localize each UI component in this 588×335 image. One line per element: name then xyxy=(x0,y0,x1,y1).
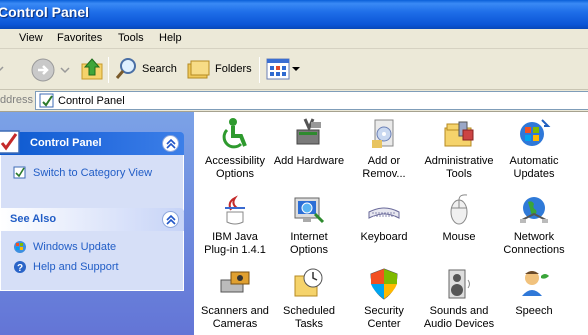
panel-title: See Also xyxy=(10,213,57,225)
item-scanners-and-cameras[interactable]: Scanners and Cameras xyxy=(196,266,274,331)
title-bar[interactable]: Control Panel xyxy=(0,0,588,29)
menu-bar: t View Favorites Tools Help xyxy=(0,29,588,49)
collapse-button[interactable] xyxy=(162,211,179,228)
search-label: Search xyxy=(142,63,177,75)
control-panel-items: Accessibility Options Add Hardware Add o… xyxy=(194,112,588,335)
item-speech[interactable]: Speech xyxy=(495,266,573,318)
security-center-icon xyxy=(370,268,398,300)
item-accessibility-options[interactable]: Accessibility Options xyxy=(196,116,274,181)
help-and-support-link[interactable]: ? Help and Support xyxy=(13,260,119,274)
control-panel-panel-body: Switch to Category View xyxy=(0,155,184,211)
folders-label: Folders xyxy=(215,63,252,75)
internet-options-icon xyxy=(294,197,325,224)
sounds-icon xyxy=(448,269,470,299)
item-add-hardware[interactable]: Add Hardware xyxy=(270,116,348,168)
toolbar: Search Folders xyxy=(0,49,588,90)
search-button[interactable]: Search xyxy=(114,57,177,81)
accessibility-icon xyxy=(222,118,247,149)
link-label: Windows Update xyxy=(33,241,117,253)
category-view-icon xyxy=(13,166,26,179)
task-pane: Control Panel Switch to Category View Se… xyxy=(0,112,194,335)
windows-update-icon xyxy=(14,241,26,253)
item-label: Add or Remov... xyxy=(362,155,406,180)
address-label: ddress xyxy=(0,94,34,106)
chevron-down-icon xyxy=(292,67,300,71)
item-mouse[interactable]: Mouse xyxy=(420,192,498,244)
chevron-up-double-icon xyxy=(165,214,176,225)
switch-to-category-view-link[interactable]: Switch to Category View xyxy=(13,166,152,180)
item-administrative-tools[interactable]: Administrative Tools xyxy=(420,116,498,181)
link-label: Help and Support xyxy=(33,261,119,273)
item-keyboard[interactable]: Keyboard xyxy=(345,192,423,244)
speech-icon xyxy=(522,271,549,296)
chevron-down-icon xyxy=(0,66,4,72)
administrative-tools-icon xyxy=(444,121,474,147)
item-label: Speech xyxy=(515,305,553,317)
item-automatic-updates[interactable]: Automatic Updates xyxy=(495,116,573,181)
views-icon xyxy=(266,58,290,80)
add-remove-programs-icon xyxy=(372,119,394,148)
item-ibm-java-plugin[interactable]: IBM Java Plug-in 1.4.1 xyxy=(196,192,274,257)
item-label: Add Hardware xyxy=(273,155,345,167)
address-input[interactable]: Control Panel xyxy=(35,91,588,110)
control-panel-panel: Control Panel Switch to Category View xyxy=(0,130,184,211)
menu-tools[interactable]: Tools xyxy=(118,32,144,44)
folders-button[interactable]: Folders xyxy=(187,58,252,80)
keyboard-icon xyxy=(368,207,400,219)
address-value: Control Panel xyxy=(58,95,125,107)
item-label: Automatic Updates xyxy=(509,155,559,180)
item-network-connections[interactable]: Network Connections xyxy=(495,192,573,257)
folders-icon xyxy=(187,60,210,79)
item-label: Administrative Tools xyxy=(424,155,494,180)
item-label: Security Center xyxy=(364,305,404,330)
see-also-panel: See Also Windows Update ? Help and Suppo xyxy=(0,208,184,291)
scanner-camera-icon xyxy=(220,271,250,293)
forward-button[interactable] xyxy=(30,57,70,83)
svg-text:?: ? xyxy=(17,263,23,274)
item-security-center[interactable]: Security Center xyxy=(345,266,423,331)
see-also-panel-header[interactable]: See Also xyxy=(0,208,184,231)
item-label: IBM Java Plug-in 1.4.1 xyxy=(204,231,266,256)
views-button[interactable] xyxy=(266,58,300,80)
item-label: Internet Options xyxy=(290,231,328,256)
network-connections-icon xyxy=(520,197,548,223)
collapse-button[interactable] xyxy=(162,135,179,152)
control-panel-icon xyxy=(0,130,20,154)
panel-title: Control Panel xyxy=(30,137,102,149)
item-label: Sounds and Audio Devices xyxy=(423,305,495,330)
up-folder-icon xyxy=(81,58,103,80)
menu-help[interactable]: Help xyxy=(159,32,182,44)
chevron-down-icon xyxy=(60,67,70,74)
scheduled-tasks-icon xyxy=(294,268,323,297)
item-label: Scanners and Cameras xyxy=(201,305,269,330)
chevron-up-double-icon xyxy=(165,138,176,149)
up-folder-button[interactable] xyxy=(80,56,104,82)
back-dropdown[interactable] xyxy=(0,64,4,74)
item-label: Keyboard xyxy=(360,231,408,243)
link-label: Switch to Category View xyxy=(33,167,153,179)
item-label: Scheduled Tasks xyxy=(283,305,335,330)
add-hardware-icon xyxy=(296,118,321,145)
item-add-remove-programs[interactable]: Add or Remov... xyxy=(345,116,423,181)
window-title: Control Panel xyxy=(0,4,90,20)
item-scheduled-tasks[interactable]: Scheduled Tasks xyxy=(270,266,348,331)
control-panel-panel-header[interactable]: Control Panel xyxy=(0,130,184,155)
control-panel-icon xyxy=(39,93,54,108)
forward-arrow-icon xyxy=(31,58,55,82)
menu-view[interactable]: View xyxy=(19,32,43,44)
java-icon xyxy=(225,195,245,225)
windows-update-link[interactable]: Windows Update xyxy=(13,240,116,254)
item-label: Mouse xyxy=(442,231,476,243)
item-label: Network Connections xyxy=(503,231,565,256)
address-bar: ddress Control Panel xyxy=(0,90,588,112)
see-also-panel-body: Windows Update ? Help and Support xyxy=(0,231,184,291)
item-label: Accessibility Options xyxy=(205,155,265,180)
help-icon: ? xyxy=(14,261,26,274)
automatic-updates-icon xyxy=(520,119,551,146)
item-internet-options[interactable]: Internet Options xyxy=(270,192,348,257)
menu-favorites[interactable]: Favorites xyxy=(57,32,102,44)
search-icon xyxy=(115,58,136,79)
item-sounds-and-audio-devices[interactable]: Sounds and Audio Devices xyxy=(420,266,498,331)
mouse-icon xyxy=(450,194,468,225)
